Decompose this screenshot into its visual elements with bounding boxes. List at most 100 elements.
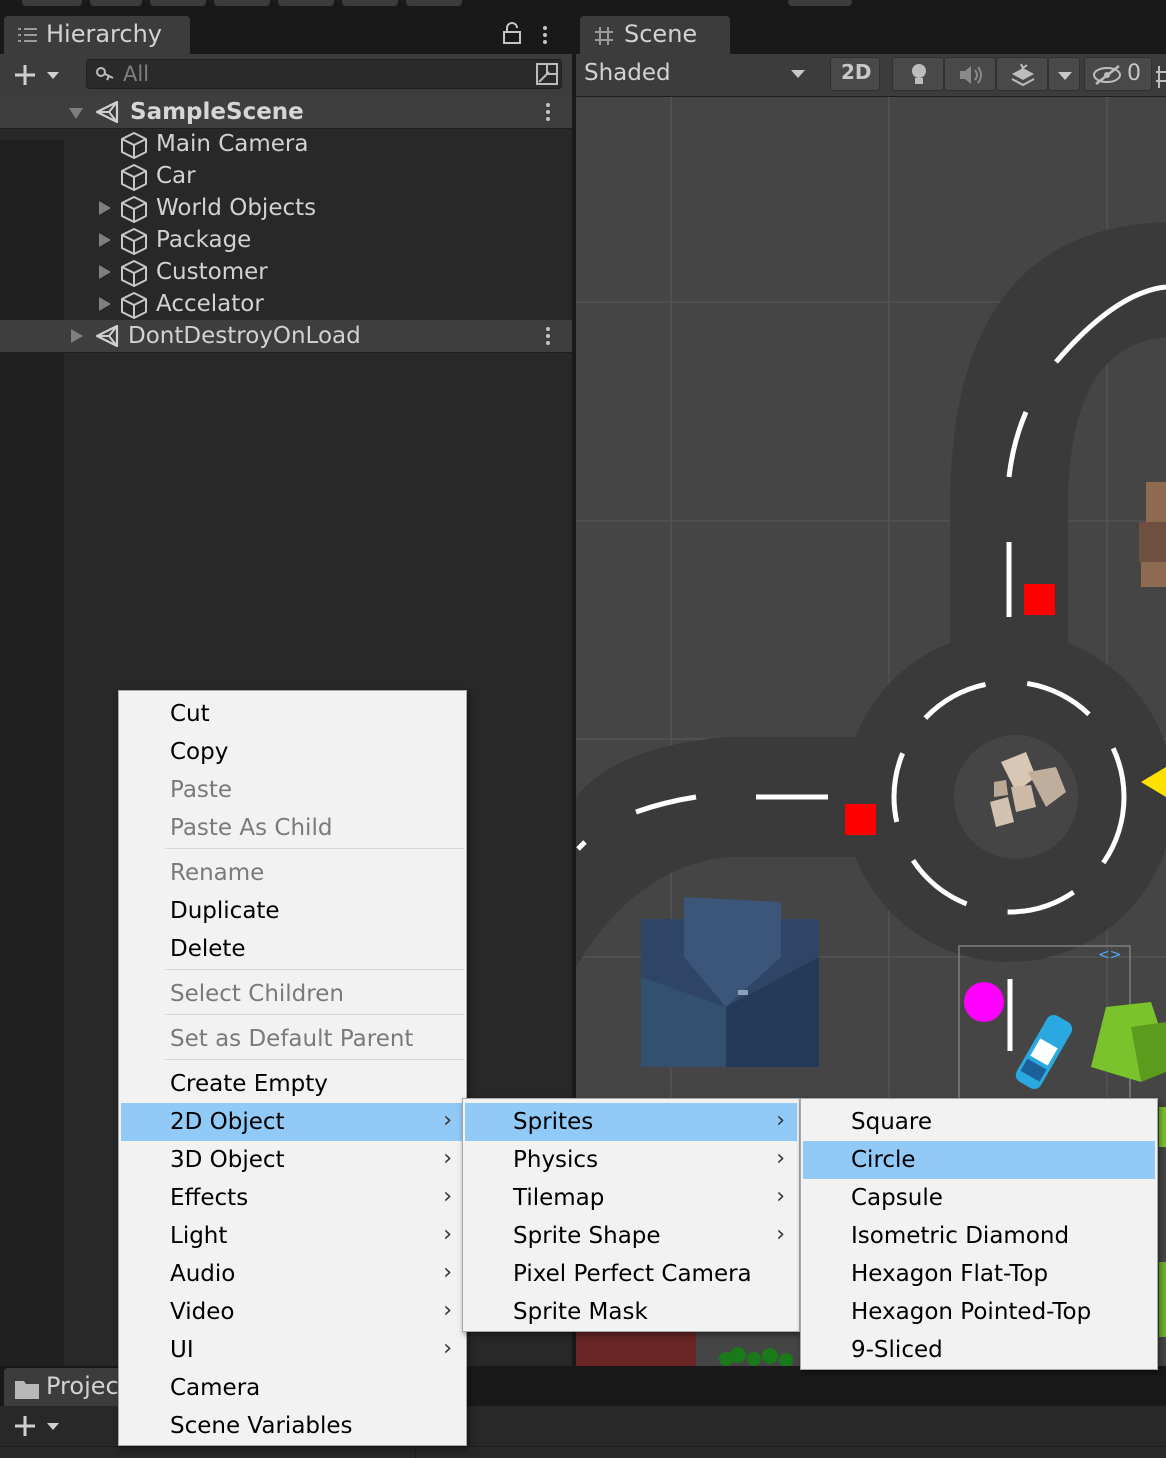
speaker-icon [960,66,982,84]
menu-item-label: 3D Object [170,1147,285,1173]
red-marker [1024,584,1055,615]
top-tab[interactable] [150,0,206,6]
submenu-item-sprites[interactable]: Sprites › [465,1103,797,1141]
project-tab-label: Projec [46,1372,119,1400]
top-tab[interactable] [214,0,270,6]
menu-item-audio[interactable]: Audio › [121,1255,464,1293]
menu-item-rename: Rename [121,854,464,892]
sprite-item-hexagon-pointed-top[interactable]: Hexagon Pointed-Top [803,1293,1155,1331]
menu-item-label: Scene Variables [170,1413,353,1439]
menu-item-scene-variables[interactable]: Scene Variables [121,1407,464,1445]
submenu-item-tilemap[interactable]: Tilemap › [465,1179,797,1217]
scene-toolbar: Shaded 2D 0 [576,54,1166,97]
menu-item-copy[interactable]: Copy [121,733,464,771]
top-tab[interactable] [342,0,398,6]
hierarchy-item-customer[interactable]: Customer [0,256,572,288]
menu-item-label: Create Empty [170,1071,328,1097]
sprite-item-square[interactable]: Square [803,1103,1155,1141]
submenu-item-sprite-mask[interactable]: Sprite Mask [465,1293,797,1331]
menu-item-cut[interactable]: Cut [121,695,464,733]
menu-item-video[interactable]: Video › [121,1293,464,1331]
top-tab[interactable] [22,0,82,6]
hierarchy-toolbar: All [0,54,572,97]
scene-tabbar: Scene [576,14,1166,54]
menu-item-duplicate[interactable]: Duplicate [121,892,464,930]
sprite-item-9-sliced[interactable]: 9-Sliced [803,1331,1155,1369]
menu-item-label: UI [170,1337,194,1363]
audio-toggle[interactable] [944,57,996,91]
menu-item-effects[interactable]: Effects › [121,1179,464,1217]
grid-hash-icon[interactable] [1156,66,1166,88]
sprite-item-circle[interactable]: Circle [803,1141,1155,1179]
submenu-item-pixel-perfect-camera[interactable]: Pixel Perfect Camera [465,1255,797,1293]
scene-tab-label: Scene [624,20,698,48]
sprite-item-isometric-diamond[interactable]: Isometric Diamond [803,1217,1155,1255]
menu-item-label: Camera [170,1375,261,1401]
tab-hierarchy[interactable]: Hierarchy [4,16,190,54]
top-tab[interactable] [90,0,142,6]
add-asset-button[interactable] [12,1414,64,1438]
effects-toggle[interactable] [996,57,1048,91]
lock-icon[interactable] [502,22,522,46]
folder-icon [15,1381,39,1399]
scene-more-icon[interactable] [546,103,550,107]
hierarchy-item-label: Package [156,227,252,253]
menu-item-label: Paste As Child [170,815,333,841]
chevron-right-icon: › [776,1184,785,1209]
search-input[interactable]: All [86,59,562,89]
hidden-objects-toggle[interactable]: 0 [1084,57,1152,91]
top-tab[interactable] [406,0,462,6]
tab-scene[interactable]: Scene [580,16,730,54]
chevron-right-icon: › [443,1336,452,1361]
pivot-handle-icon: <> [1098,947,1121,963]
submenu-item-sprite-shape[interactable]: Sprite Shape › [465,1217,797,1255]
menu-item-label: 9-Sliced [851,1337,943,1363]
draw-mode-dropdown[interactable]: Shaded [576,54,822,96]
chevron-right-icon: › [776,1146,785,1171]
scene-row-dontdestroyonload[interactable]: DontDestroyOnLoad [0,320,572,353]
scene-search-icon[interactable] [535,62,559,86]
gameobject-cube-icon [121,260,147,287]
effects-dropdown[interactable] [1048,57,1080,91]
sprite-item-capsule[interactable]: Capsule [803,1179,1155,1217]
hierarchy-tabbar: Hierarchy [0,14,572,54]
menu-separator [165,1059,464,1060]
search-placeholder: All [123,62,150,86]
menu-item-3d-object[interactable]: 3D Object › [121,1141,464,1179]
hierarchy-item-package[interactable]: Package [0,224,572,256]
dontdestroy-more-icon[interactable] [546,327,550,331]
menu-item-label: Pixel Perfect Camera [513,1261,752,1287]
hierarchy-item-car[interactable]: Car [0,160,572,192]
top-tab[interactable] [788,0,852,6]
menu-item-ui[interactable]: UI › [121,1331,464,1369]
add-dropdown-button[interactable] [12,63,64,87]
submenu-item-physics[interactable]: Physics › [465,1141,797,1179]
foldout-collapsed-icon[interactable] [98,200,112,216]
menu-item-light[interactable]: Light › [121,1217,464,1255]
hierarchy-item-accelator[interactable]: Accelator [0,288,572,320]
menu-item-2d-object[interactable]: 2D Object › [121,1103,464,1141]
menu-item-create-empty[interactable]: Create Empty [121,1065,464,1103]
menu-item-select-children: Select Children [121,975,464,1013]
sprite-item-hexagon-flat-top[interactable]: Hexagon Flat-Top [803,1255,1155,1293]
menu-item-paste: Paste [121,771,464,809]
menu-item-label: Paste [170,777,233,803]
foldout-collapsed-icon[interactable] [70,328,84,344]
hierarchy-item-world-objects[interactable]: World Objects [0,192,572,224]
toggle-2d-button[interactable]: 2D [830,57,880,91]
foldout-collapsed-icon[interactable] [98,296,112,312]
lighting-toggle[interactable] [892,57,944,91]
unity-scene-icon [95,100,119,124]
menu-item-camera[interactable]: Camera [121,1369,464,1407]
scene-row-samplescene[interactable]: SampleScene [0,96,572,129]
more-icon[interactable] [543,26,547,30]
top-tab[interactable] [278,0,334,6]
menu-item-delete[interactable]: Delete [121,930,464,968]
gameobject-cube-icon [121,228,147,255]
foldout-collapsed-icon[interactable] [98,232,112,248]
gameobject-cube-icon [121,132,147,159]
menu-item-label: Select Children [170,981,344,1007]
foldout-collapsed-icon[interactable] [98,264,112,280]
hierarchy-item-main-camera[interactable]: Main Camera [0,128,572,160]
foldout-expanded-icon[interactable] [68,106,84,120]
